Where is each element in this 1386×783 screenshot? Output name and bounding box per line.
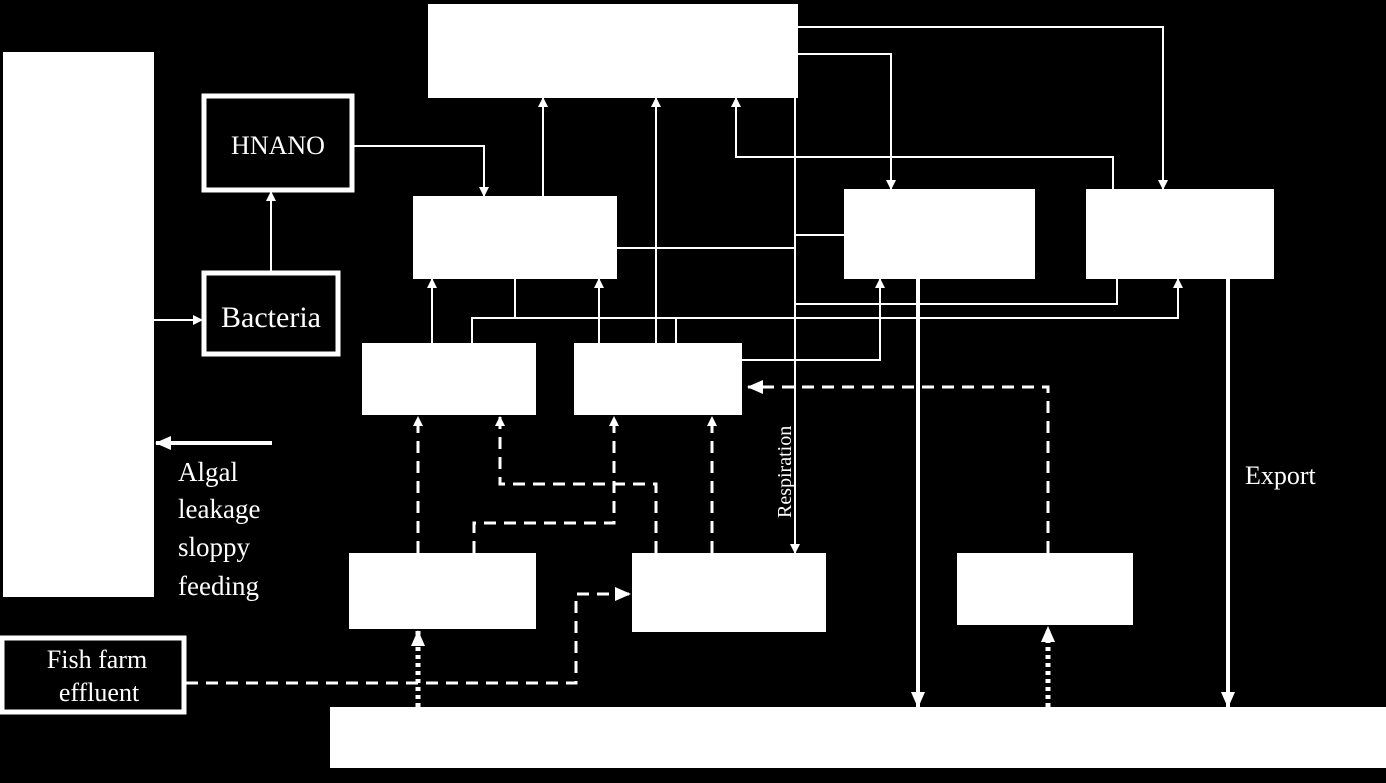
small-box-2 [574, 343, 742, 415]
food-web-diagram: HNANO Bacteria Fish farm effluent Algal … [0, 4, 1386, 768]
bottom-box-2 [632, 553, 826, 632]
algal-leakage-label: Algal leakage sloppy feeding [178, 457, 260, 601]
right-box-2 [1086, 189, 1274, 279]
top-box [428, 4, 798, 98]
small-box-1 [362, 343, 536, 415]
right-box-1 [844, 189, 1035, 279]
bottom-box-1 [349, 553, 536, 629]
export-label: Export [1245, 461, 1317, 490]
left-tall-box [3, 52, 154, 597]
fish-farm-label-line2: effluent [59, 678, 140, 707]
algal-line-3: sloppy [178, 532, 251, 562]
algal-line-1: Algal [178, 457, 238, 487]
algal-line-2: leakage [178, 494, 260, 524]
middle-box [413, 196, 617, 279]
bacteria-box: Bacteria [201, 270, 341, 357]
bacteria-label: Bacteria [221, 301, 321, 334]
sediment-base-box [330, 707, 1386, 768]
bottom-box-3 [957, 553, 1133, 625]
hnano-box: HNANO [201, 93, 355, 193]
fish-farm-label-line1: Fish farm [47, 645, 147, 674]
fish-farm-effluent-box: Fish farm effluent [0, 635, 187, 715]
respiration-label: Respiration [774, 426, 796, 518]
hnano-label: HNANO [231, 131, 325, 160]
algal-line-4: feeding [178, 571, 259, 601]
